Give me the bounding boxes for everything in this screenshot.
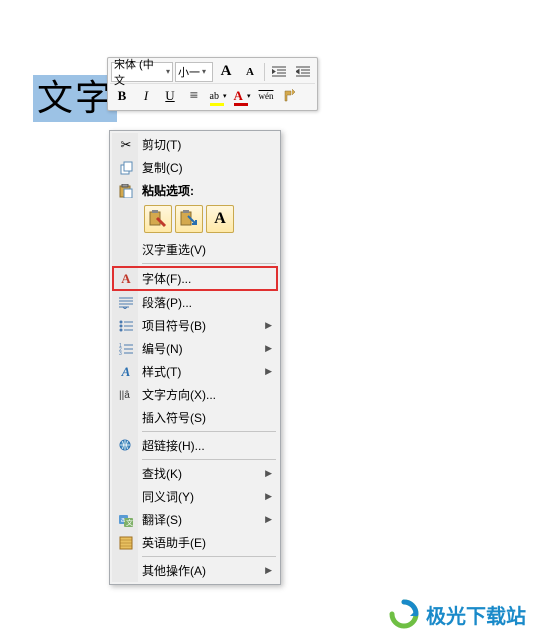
context-menu: ✂ 剪切(T) 复制(C) 粘贴选项: A 汉字重选(V) A 字体(F)...: [109, 130, 281, 585]
mini-toolbar: 宋体 (中文▾ 小一▾ A A B I U ≡ ab ▾ A ▾ wén: [107, 57, 318, 111]
font-size-combo[interactable]: 小一▾: [175, 62, 213, 82]
highlight-button[interactable]: ab ▾: [207, 85, 229, 107]
cut-menu-item[interactable]: ✂ 剪切(T): [112, 133, 278, 156]
numbering-menu-item[interactable]: 123 编号(N) ▶: [112, 337, 278, 360]
hyperlink-menu-item[interactable]: 超链接(H)...: [112, 434, 278, 457]
selected-document-text: 文字: [33, 75, 117, 122]
insert-symbol-menu-item[interactable]: 插入符号(S): [112, 406, 278, 429]
synonyms-menu-item[interactable]: 同义词(Y) ▶: [112, 485, 278, 508]
paste-text-only-button[interactable]: A: [206, 205, 234, 233]
decrease-indent-button[interactable]: [268, 61, 290, 83]
bullets-icon: [116, 317, 136, 335]
bold-button[interactable]: B: [111, 85, 133, 107]
reconvert-menu-item[interactable]: 汉字重选(V): [112, 238, 278, 261]
format-painter-icon: [283, 89, 297, 103]
submenu-arrow-icon: ▶: [265, 565, 272, 576]
styles-icon: A: [116, 363, 136, 381]
find-menu-item[interactable]: 查找(K) ▶: [112, 462, 278, 485]
svg-text:a: a: [121, 517, 125, 524]
copy-icon: [116, 159, 136, 177]
other-operations-menu-item[interactable]: 其他操作(A) ▶: [112, 559, 278, 582]
copy-menu-item[interactable]: 复制(C): [112, 156, 278, 179]
submenu-arrow-icon: ▶: [265, 320, 272, 331]
translate-icon: a文: [116, 511, 136, 529]
grow-font-button[interactable]: A: [215, 61, 237, 83]
letter-a-icon: A: [214, 210, 226, 228]
submenu-arrow-icon: ▶: [265, 468, 272, 479]
paste-options-menu-item: 粘贴选项:: [112, 179, 278, 202]
numbering-icon: 123: [116, 340, 136, 358]
scissors-icon: ✂: [116, 136, 136, 154]
text-direction-icon: ||â: [116, 386, 136, 404]
text-direction-menu-item[interactable]: ||â 文字方向(X)...: [112, 383, 278, 406]
dictionary-icon: [116, 534, 136, 552]
clipboard-arrow-icon: [180, 210, 198, 228]
paragraph-icon: [116, 294, 136, 312]
aurora-logo-icon: [388, 598, 420, 630]
bullets-menu-item[interactable]: 项目符号(B) ▶: [112, 314, 278, 337]
styles-menu-item[interactable]: A 样式(T) ▶: [112, 360, 278, 383]
paste-merge-formatting-button[interactable]: [175, 205, 203, 233]
font-color-button[interactable]: A ▾: [231, 85, 253, 107]
paste-icon: [116, 182, 136, 200]
svg-text:3: 3: [119, 351, 122, 355]
submenu-arrow-icon: ▶: [265, 491, 272, 502]
italic-button[interactable]: I: [135, 85, 157, 107]
submenu-arrow-icon: ▶: [265, 366, 272, 377]
align-center-button[interactable]: ≡: [183, 85, 205, 107]
translate-menu-item[interactable]: a文 翻译(S) ▶: [112, 508, 278, 531]
paragraph-menu-item[interactable]: 段落(P)...: [112, 291, 278, 314]
font-a-icon: A: [116, 270, 136, 288]
font-menu-item[interactable]: A 字体(F)...: [112, 266, 278, 291]
english-assistant-menu-item[interactable]: 英语助手(E): [112, 531, 278, 554]
increase-indent-button[interactable]: [292, 61, 314, 83]
increase-indent-icon: [296, 66, 310, 78]
submenu-arrow-icon: ▶: [265, 514, 272, 525]
svg-text:||â: ||â: [119, 390, 130, 401]
shrink-font-button[interactable]: A: [239, 61, 261, 83]
font-name-combo[interactable]: 宋体 (中文▾: [111, 62, 173, 82]
watermark: 极光下载站: [388, 598, 526, 630]
underline-button[interactable]: U: [159, 85, 181, 107]
submenu-arrow-icon: ▶: [265, 343, 272, 354]
format-painter-button[interactable]: [279, 85, 301, 107]
phonetic-guide-button[interactable]: wén: [255, 85, 277, 107]
globe-link-icon: [116, 437, 136, 455]
watermark-text: 极光下载站: [426, 600, 526, 629]
paste-keep-formatting-button[interactable]: [144, 205, 172, 233]
svg-text:文: 文: [126, 518, 133, 527]
decrease-indent-icon: [272, 66, 286, 78]
clipboard-brush-icon: [149, 210, 167, 228]
